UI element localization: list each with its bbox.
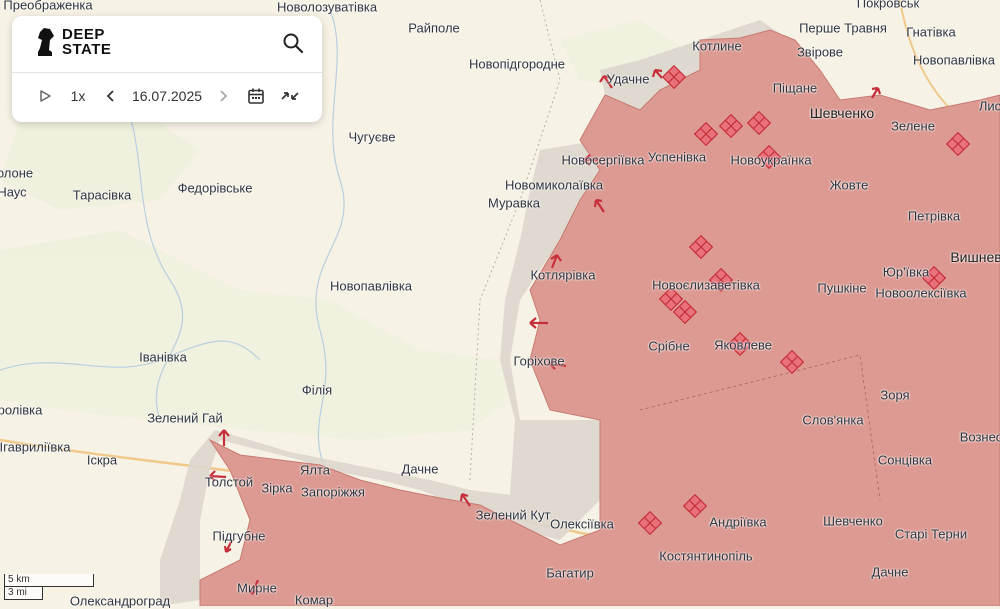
calendar-button[interactable] [244, 84, 268, 108]
place-label: Новоєлизаветівка [652, 277, 760, 293]
place-label: Покровськ [856, 0, 920, 11]
map-scale: 5 km 3 mi [4, 574, 94, 600]
place-label: Шевченко [809, 105, 875, 121]
place-label: Новосергіївка [561, 152, 645, 168]
next-day-button[interactable] [214, 84, 232, 108]
place-label: Пушкіне [817, 280, 867, 296]
place-label: Зелений Гай [147, 410, 223, 426]
chevron-left-icon [106, 90, 114, 102]
place-label: Федорівське [177, 180, 253, 196]
place-label: Багатир [546, 565, 594, 581]
date-display[interactable]: 16.07.2025 [128, 84, 206, 108]
place-label: Зелений Кут [475, 507, 551, 523]
speed-button[interactable]: 1x [66, 84, 90, 108]
place-label: олоне [0, 165, 34, 181]
compare-button[interactable] [278, 84, 302, 108]
place-label: Комар [294, 592, 334, 608]
place-label: ролівка [0, 402, 43, 418]
app-logo[interactable]: DEEP STATE [34, 26, 111, 58]
place-label: Новомиколаївка [504, 177, 604, 193]
play-button[interactable] [34, 84, 56, 108]
place-label: Сонцівка [877, 452, 933, 468]
place-label: Райполе [408, 20, 460, 36]
panel-divider [12, 72, 322, 73]
place-label: Петрівка [907, 208, 961, 224]
place-label: Зірка [261, 480, 293, 496]
logo-line-1: DEEP [62, 26, 105, 43]
place-label: Горіхове [513, 353, 565, 369]
search-icon [283, 33, 304, 54]
place-label: Іванівка [139, 349, 187, 365]
place-label: Новопавлівка [329, 278, 413, 294]
place-label: Дачне [871, 564, 909, 580]
place-label: Новоолексіївка [875, 285, 967, 301]
knight-logo-icon [38, 28, 54, 56]
logo-line-2: STATE [62, 41, 112, 58]
place-label: Піщане [772, 80, 818, 96]
place-label: Яковлеве [714, 337, 772, 353]
place-label: Муравка [488, 195, 540, 211]
place-label: Перше Травня [799, 20, 887, 36]
place-label: Котлярівка [530, 267, 596, 283]
place-label: Срібне [648, 338, 690, 354]
previous-day-button[interactable] [102, 84, 120, 108]
place-label: Жовте [829, 177, 869, 193]
place-label: Новоукраїнка [730, 152, 812, 168]
place-label: Ялта [299, 462, 331, 478]
place-label: Філія [301, 382, 333, 398]
scale-mi: 3 mi [4, 587, 43, 600]
place-label: Новопавлівка [912, 52, 996, 68]
place-label: Удачне [606, 71, 650, 87]
place-label: Ігавриліївка [0, 439, 71, 455]
place-label: Наус [0, 184, 27, 200]
place-label: Старі Терни [894, 526, 968, 542]
place-label: Запоріжжя [301, 484, 365, 500]
compare-arrows-icon [281, 92, 299, 100]
search-button[interactable] [280, 30, 306, 56]
place-label: Тарасівка [72, 187, 132, 203]
place-label: Преображенка [3, 0, 93, 13]
play-icon [40, 90, 51, 102]
place-label: Андріївка [709, 514, 767, 530]
place-label: Толстой [204, 474, 254, 490]
place-label: Слов'янка [802, 412, 864, 428]
control-panel: DEEP STATE 1x 16.07.2025 [12, 16, 322, 122]
place-label: Зоря [880, 387, 910, 403]
place-label: Зелене [891, 118, 935, 134]
place-label: Юр'ївка [882, 264, 930, 280]
scale-km: 5 km [4, 574, 94, 587]
place-label: Шевченко [823, 513, 883, 529]
place-label: Вишнев [950, 249, 1000, 265]
place-label: Чугуєве [348, 129, 396, 145]
place-label: Вознес [959, 429, 1000, 445]
calendar-icon [248, 88, 264, 104]
chevron-right-icon [220, 90, 228, 102]
place-label: Підгубне [212, 528, 266, 544]
place-label: Костянтинопіль [659, 548, 753, 564]
place-label: Олексіївка [550, 516, 614, 532]
place-label: Звірове [796, 44, 844, 60]
place-label: Успенівка [647, 149, 707, 165]
place-label: Дачне [401, 461, 439, 477]
place-label: Лис [978, 98, 1000, 114]
place-label: Новолозуватівка [276, 0, 378, 15]
place-label: Новопідгородне [469, 56, 565, 72]
place-label: Котлине [692, 38, 742, 54]
place-label: Іскра [86, 452, 118, 468]
place-label: Гнатівка [906, 24, 956, 40]
place-label: Мирне [237, 580, 277, 596]
